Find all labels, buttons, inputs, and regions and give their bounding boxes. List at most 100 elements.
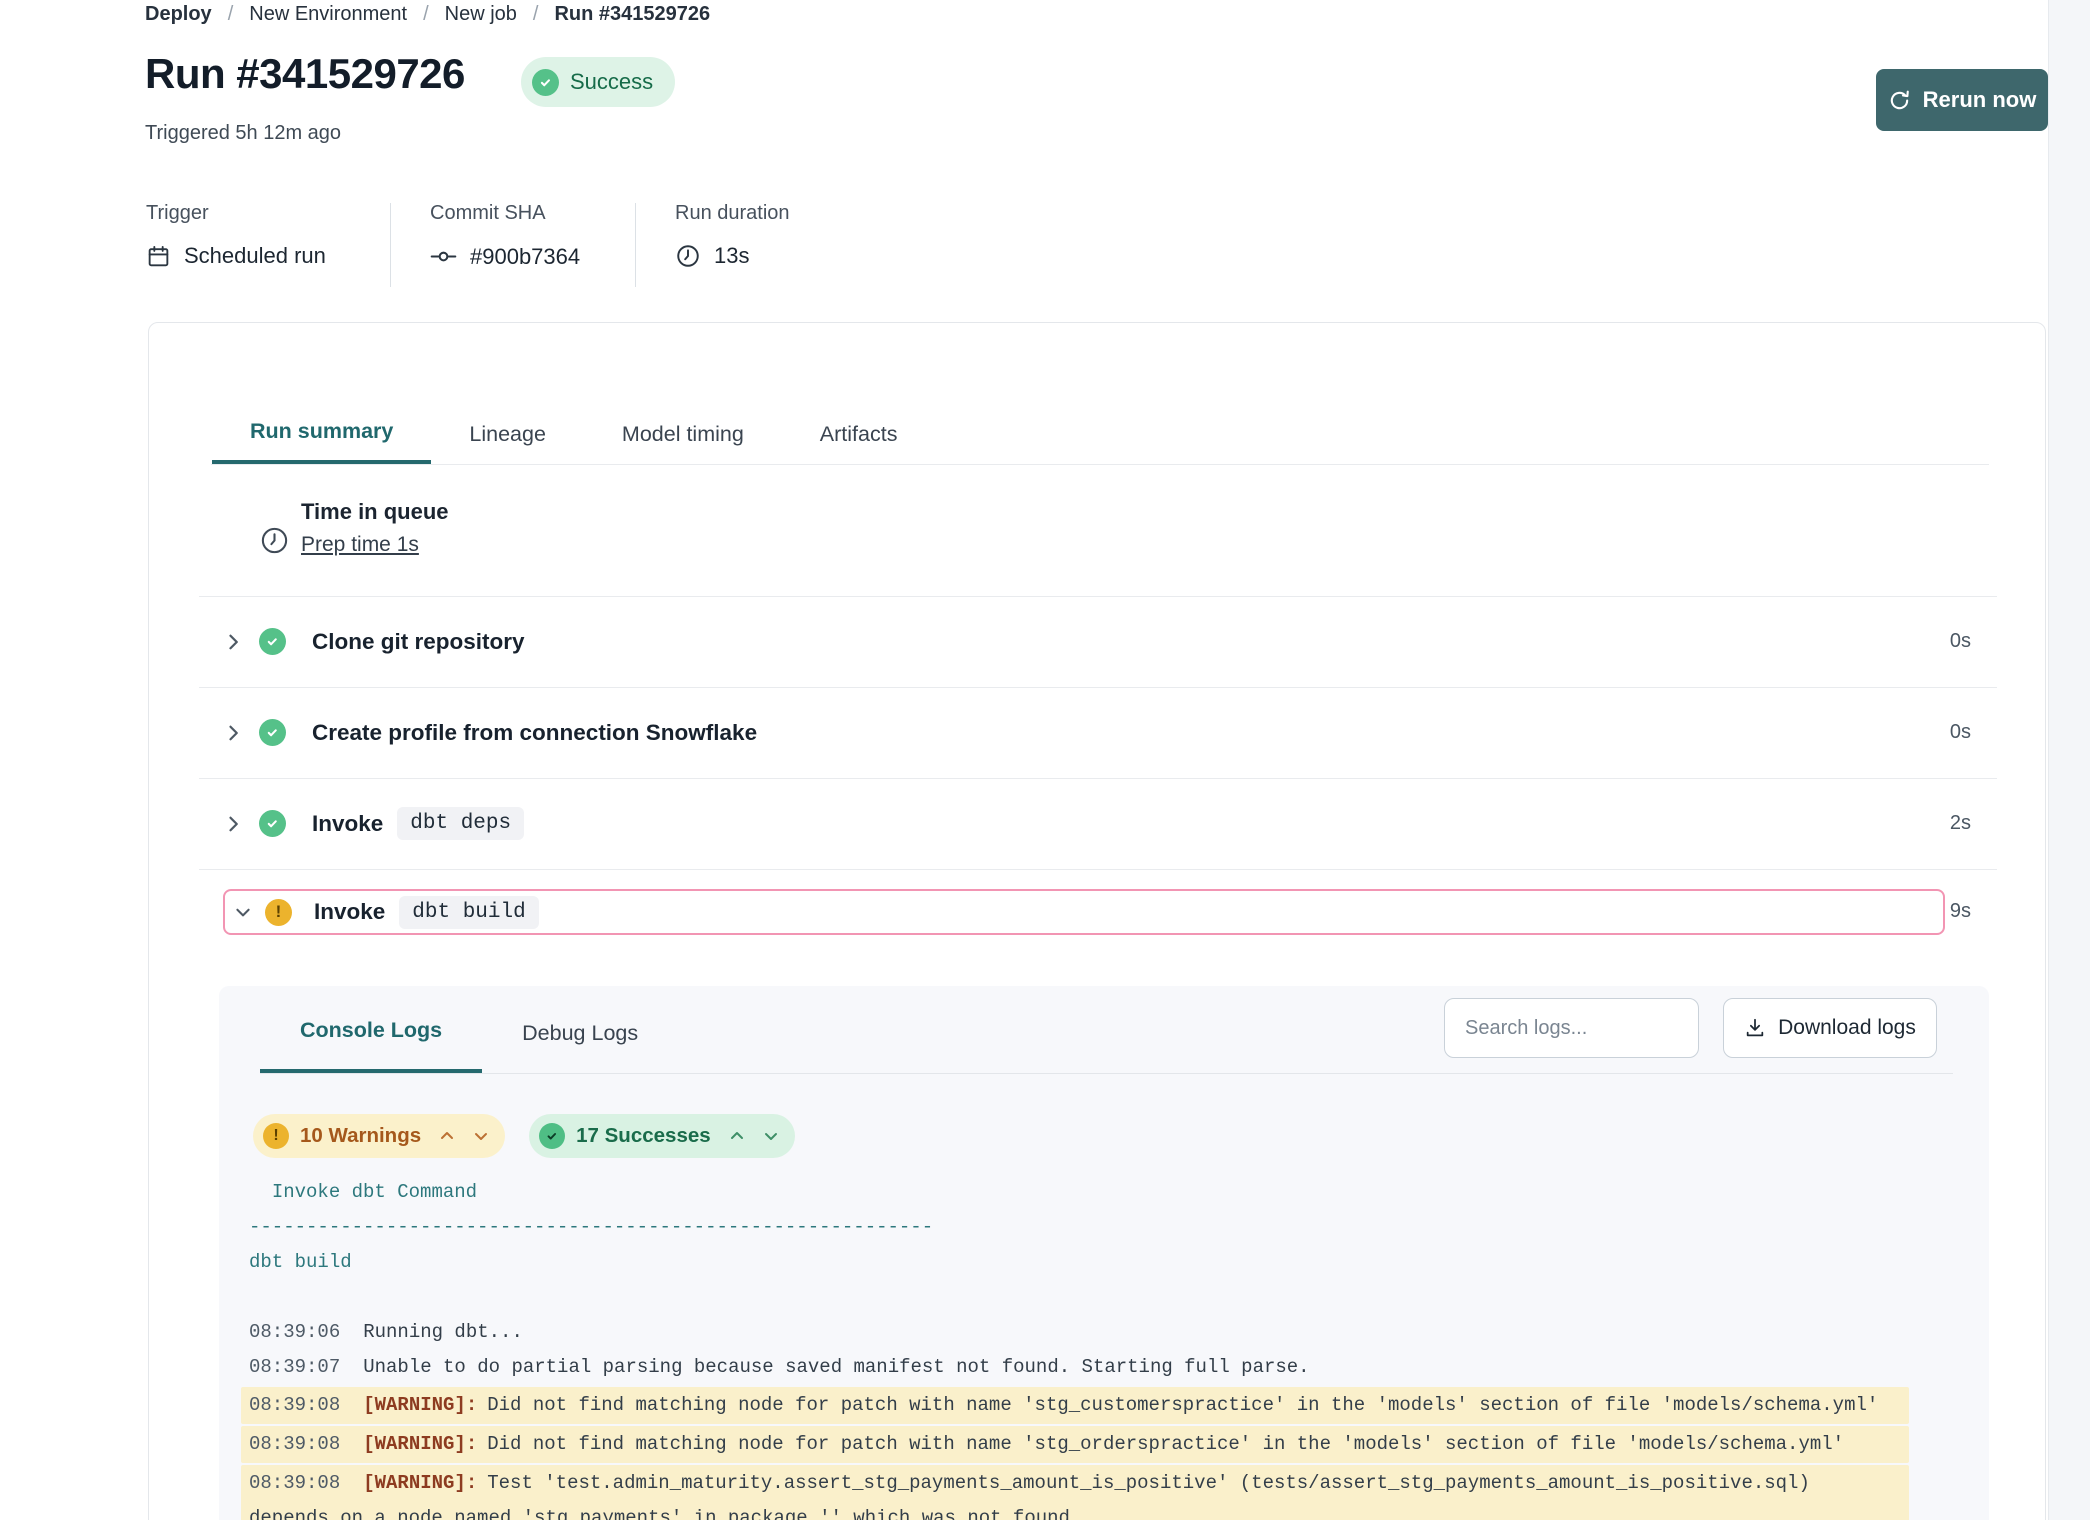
- log-message: Did not find matching node for patch wit…: [487, 1394, 1878, 1416]
- log-panel: Console Logs Debug Logs Download logs ! …: [219, 986, 1989, 1520]
- status-badge-label: Success: [570, 69, 653, 95]
- download-logs-button[interactable]: Download logs: [1723, 998, 1937, 1058]
- commit-sha-text: #900b7364: [470, 244, 580, 270]
- triggered-timestamp: Triggered 5h 12m ago: [145, 122, 341, 145]
- step-duration: 9s: [1950, 900, 1971, 923]
- trigger-label: Trigger: [146, 202, 209, 225]
- breadcrumb-job[interactable]: New job: [445, 3, 517, 26]
- status-badge: Success: [521, 57, 675, 107]
- success-check-icon: [259, 810, 286, 837]
- log-message: Did not find matching node for patch wit…: [487, 1433, 1844, 1455]
- step-clone-git-repository[interactable]: Clone git repository 0s: [149, 596, 2045, 687]
- page-title: Run #341529726: [145, 50, 465, 98]
- tab-debug-logs[interactable]: Debug Logs: [482, 992, 678, 1074]
- chevron-right-icon[interactable]: [223, 632, 243, 652]
- page-gutter: [2048, 0, 2090, 1520]
- log-filter-badges: ! 10 Warnings 17 Successes: [253, 1114, 795, 1158]
- meta-divider: [390, 203, 391, 287]
- warning-level-label: [WARNING]:: [363, 1472, 477, 1494]
- row-divider: [199, 869, 1997, 870]
- breadcrumb-deploy[interactable]: Deploy: [145, 3, 212, 26]
- log-warning-line: 08:39:08 [WARNING]:Test 'test.admin_matur…: [241, 1465, 1909, 1520]
- log-message: Test 'test.admin_maturity.assert_stg_pay…: [249, 1472, 1821, 1520]
- log-timestamp: 08:39:08: [249, 1433, 340, 1455]
- tabs-divider: [211, 464, 1989, 465]
- step-invoke-dbt-build[interactable]: ! Invoke dbt build: [223, 889, 1945, 935]
- success-check-icon: [259, 628, 286, 655]
- prep-time-link[interactable]: Prep time 1s: [301, 533, 419, 557]
- warnings-count-label: 10 Warnings: [300, 1124, 421, 1148]
- log-separator-line: ----------------------------------------…: [249, 1210, 1909, 1245]
- success-check-icon: [532, 69, 559, 96]
- log-blank-line: [249, 1280, 1909, 1315]
- tab-model-timing[interactable]: Model timing: [584, 403, 782, 465]
- success-check-icon: [259, 719, 286, 746]
- log-timestamp: 08:39:08: [249, 1472, 340, 1494]
- tab-lineage[interactable]: Lineage: [431, 403, 584, 465]
- warnings-badge[interactable]: ! 10 Warnings: [253, 1114, 505, 1158]
- search-logs-input[interactable]: [1444, 998, 1699, 1058]
- breadcrumb-separator: /: [228, 3, 234, 26]
- log-tabs-divider: [260, 1073, 1953, 1074]
- chevron-down-icon[interactable]: [763, 1128, 779, 1144]
- chevron-right-icon[interactable]: [223, 814, 243, 834]
- log-line: 08:39:06Running dbt...: [249, 1315, 1909, 1350]
- clock-icon: [675, 243, 701, 269]
- tab-artifacts[interactable]: Artifacts: [782, 403, 936, 465]
- download-icon: [1744, 1017, 1766, 1039]
- time-in-queue-title: Time in queue: [301, 499, 449, 525]
- chevron-right-icon[interactable]: [223, 723, 243, 743]
- calendar-icon: [146, 244, 171, 269]
- console-log-output: Invoke dbt Command ---------------------…: [249, 1175, 1909, 1520]
- log-command-header: Invoke dbt Command: [249, 1175, 1909, 1210]
- commit-sha-label: Commit SHA: [430, 202, 546, 225]
- step-duration: 0s: [1950, 630, 1971, 653]
- step-label: Create profile from connection Snowflake: [312, 720, 757, 746]
- success-check-icon: [539, 1123, 565, 1149]
- breadcrumb-separator: /: [533, 3, 539, 26]
- run-detail-page: Deploy / New Environment / New job / Run…: [0, 0, 2090, 1520]
- tab-run-summary[interactable]: Run summary: [212, 403, 431, 465]
- log-line: 08:39:07 Unable to do partial parsing bec…: [249, 1350, 1909, 1385]
- chevron-up-icon[interactable]: [439, 1128, 455, 1144]
- log-message: Unable to do partial parsing because sav…: [363, 1356, 1309, 1378]
- run-summary-card: Run summary Lineage Model timing Artifac…: [148, 322, 2046, 1520]
- breadcrumb: Deploy / New Environment / New job / Run…: [145, 0, 710, 28]
- dbt-deps-command-chip: dbt deps: [397, 807, 524, 840]
- successes-badge[interactable]: 17 Successes: [529, 1114, 795, 1158]
- log-warning-line: 08:39:08 [WARNING]: Did not find matching …: [241, 1426, 1909, 1463]
- run-duration-label: Run duration: [675, 202, 790, 225]
- refresh-icon: [1888, 89, 1911, 112]
- chevron-up-icon[interactable]: [729, 1128, 745, 1144]
- warning-icon: !: [265, 899, 292, 926]
- log-timestamp: 08:39:07: [249, 1356, 340, 1378]
- step-duration: 0s: [1950, 721, 1971, 744]
- step-create-profile[interactable]: Create profile from connection Snowflake…: [149, 687, 2045, 778]
- queue-clock-icon: [259, 525, 290, 561]
- dbt-build-command-chip: dbt build: [399, 896, 538, 929]
- breadcrumb-environment[interactable]: New Environment: [249, 3, 407, 26]
- warning-level-label: [WARNING]:: [363, 1394, 477, 1416]
- trigger-value: Scheduled run: [146, 243, 326, 269]
- rerun-now-label: Rerun now: [1923, 87, 2037, 113]
- log-command-text: dbt build: [249, 1245, 1909, 1280]
- step-label: Invoke: [314, 899, 385, 925]
- step-invoke-dbt-deps[interactable]: Invoke dbt deps 2s: [149, 778, 2045, 869]
- log-timestamp: 08:39:08: [249, 1394, 340, 1416]
- warning-icon: !: [263, 1123, 289, 1149]
- log-warning-line: 08:39:08 [WARNING]: Did not find matching …: [241, 1387, 1909, 1424]
- rerun-now-button[interactable]: Rerun now: [1876, 69, 2048, 131]
- chevron-down-icon[interactable]: [473, 1128, 489, 1144]
- step-label: Invoke: [312, 811, 383, 837]
- warning-level-label: [WARNING]:: [363, 1433, 477, 1455]
- trigger-value-text: Scheduled run: [184, 243, 326, 269]
- run-tabs: Run summary Lineage Model timing Artifac…: [212, 403, 935, 465]
- breadcrumb-current-run: Run #341529726: [554, 3, 710, 26]
- breadcrumb-separator: /: [423, 3, 429, 26]
- git-commit-icon: [430, 243, 457, 270]
- chevron-down-icon[interactable]: [234, 903, 252, 921]
- tab-console-logs[interactable]: Console Logs: [260, 992, 482, 1074]
- commit-sha-value: #900b7364: [430, 243, 580, 270]
- log-message: Running dbt...: [363, 1321, 523, 1343]
- log-tabs: Console Logs Debug Logs: [260, 992, 678, 1074]
